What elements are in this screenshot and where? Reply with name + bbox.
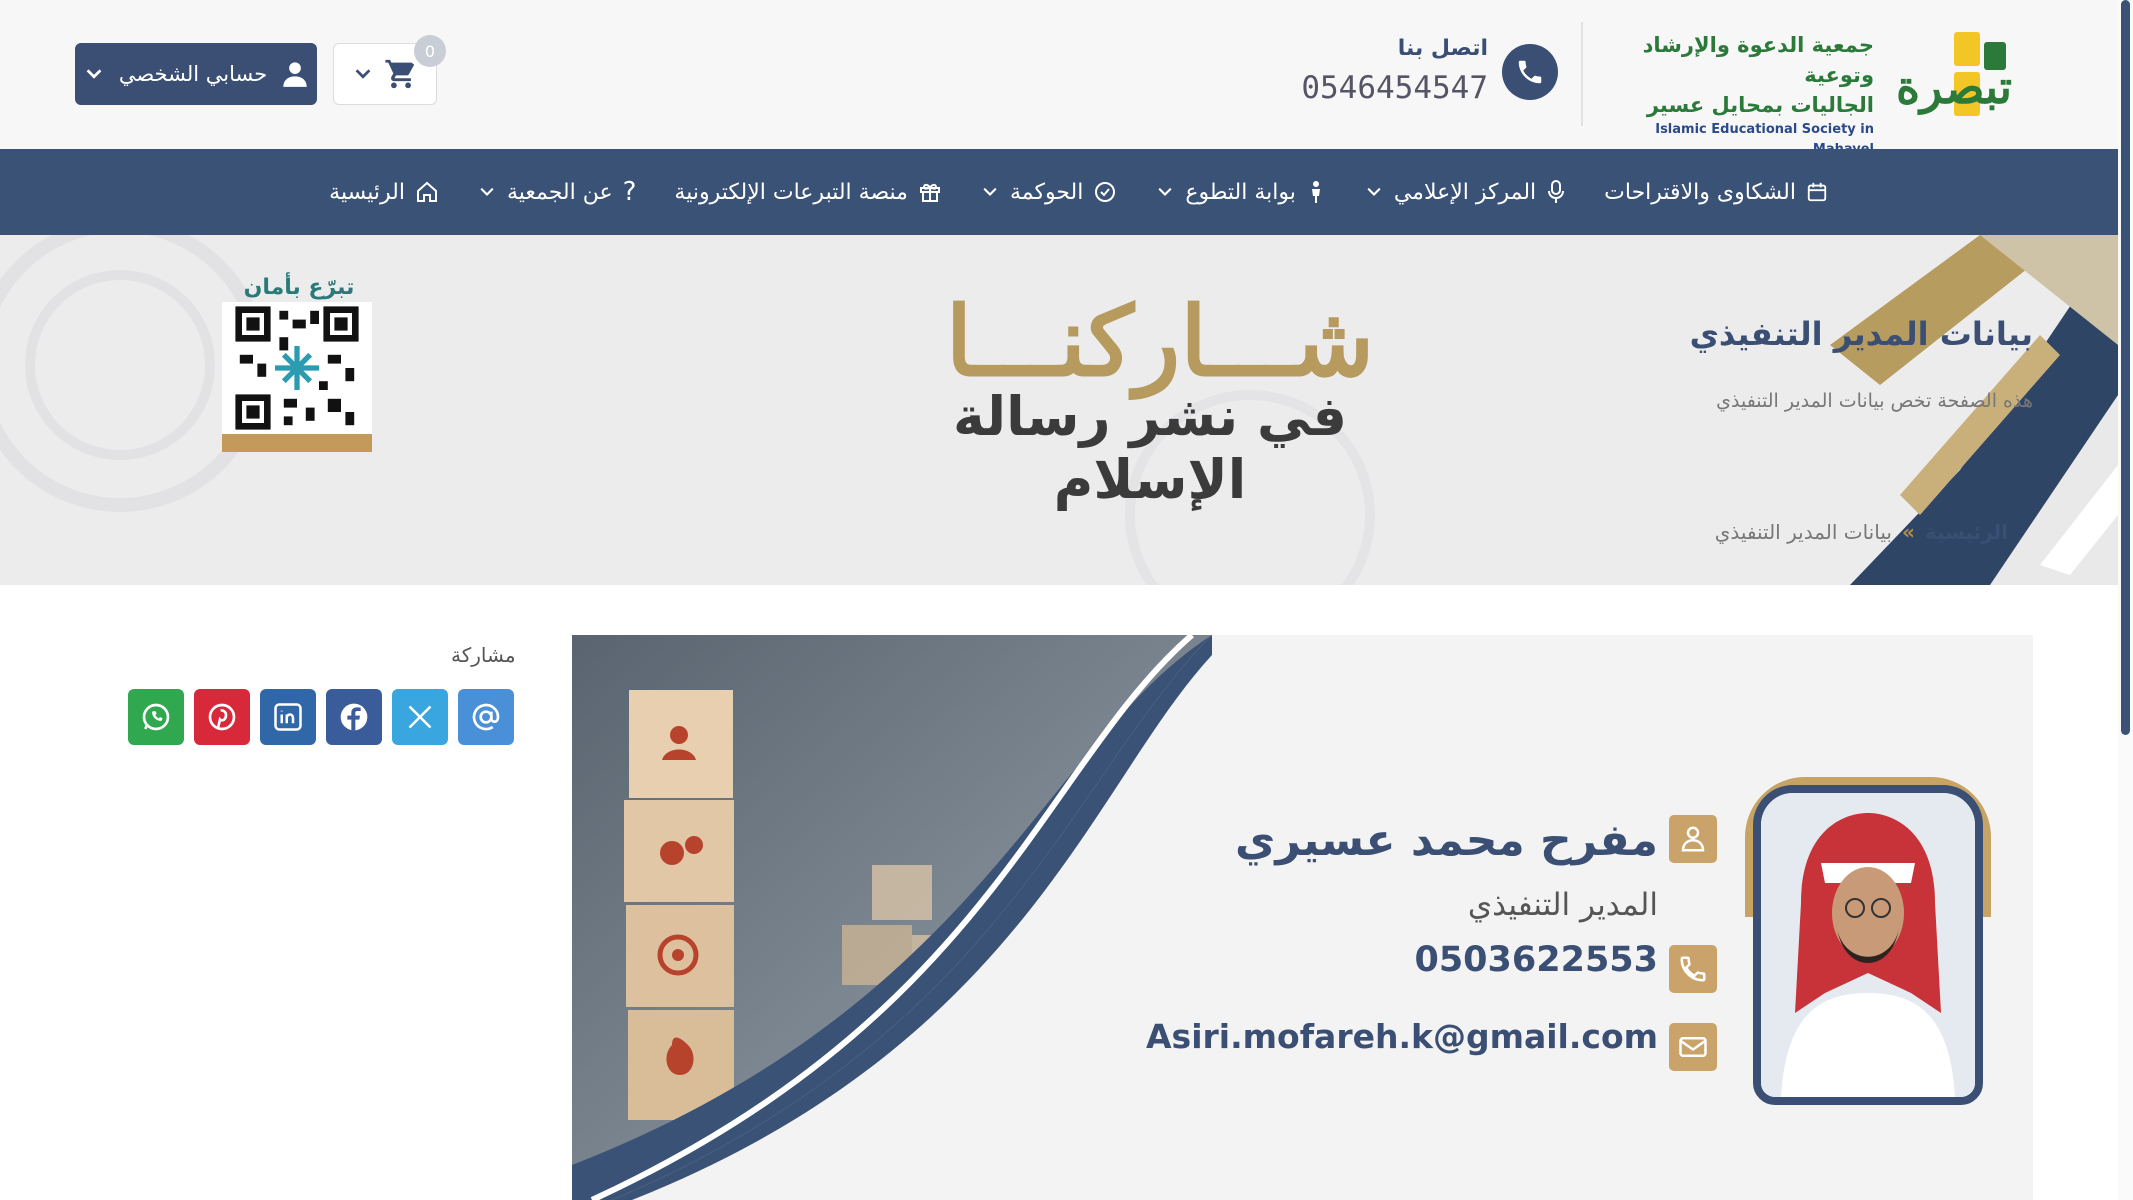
scrollbar[interactable] [2118,0,2133,1200]
qr-code-icon [222,302,372,452]
nav-item-volunteer[interactable]: بوابة التطوع [1155,180,1326,205]
content-area: مشاركة مفرح محمد عسيري المدير التنفيذي 0… [0,585,2118,1200]
nav-label: بوابة التطوع [1185,179,1296,205]
chevron-down-icon [86,69,102,79]
donate-qr[interactable]: تبرّع بأمان [222,275,376,465]
whatsapp-icon [142,703,170,731]
logo-name: تبصرة [1895,60,2012,114]
breadcrumb-current: بيانات المدير التنفيذي [1714,520,1892,544]
logo-line-1: جمعية الدعوة والإرشاد وتوعية [1642,33,1874,87]
qr-label: تبرّع بأمان [243,275,355,300]
nav-item-media[interactable]: المركز الإعلامي [1364,180,1566,205]
nav-item-governance[interactable]: الحوكمة [980,180,1117,205]
share-x-button[interactable] [392,689,448,745]
share-whatsapp-button[interactable] [128,689,184,745]
chevron-down-icon [1367,187,1381,196]
question-icon: ? [622,177,637,207]
linkedin-icon [274,703,302,731]
director-phone[interactable]: 0503622553 [1414,940,1658,980]
nav-label: الحوكمة [1009,179,1084,205]
calendar-icon [1807,182,1827,202]
gift-icon [919,183,940,202]
nav-label: الشكاوى والاقتراحات [1604,179,1796,205]
logo-line-2: الجاليات بمحايل عسير [1646,93,1874,117]
slogan-sub: في نشر رسالة الإسلام [953,385,1347,511]
check-circle-icon [1095,182,1116,202]
logo-text: جمعية الدعوة والإرشاد وتوعية الجاليات بم… [1610,30,1874,160]
scrollbar-thumb[interactable] [2121,0,2130,735]
cart-icon [385,59,415,89]
avatar [1761,793,1975,1097]
phone-badge-icon [1669,945,1717,993]
nav-item-complaints[interactable]: الشكاوى والاقتراحات [1604,180,1828,205]
user-icon [283,62,307,87]
share-facebook-button[interactable] [326,689,382,745]
director-role: المدير التنفيذي [1467,887,1658,923]
nav-list: الرئيسية ? عن الجمعية منصة التبرعات الإل… [329,149,1828,235]
account-label: حسابي الشخصي [118,62,268,86]
card-illustration [572,635,1212,1200]
header-divider [1581,22,1583,126]
breadcrumb: الرئيسية » بيانات المدير التنفيذي [1715,520,2008,544]
site-logo[interactable]: تبصرة جمعية الدعوة والإرشاد وتوعية الجال… [1610,30,2020,157]
facebook-icon [340,703,368,731]
chevron-down-icon [1158,187,1172,196]
home-icon [416,181,437,202]
chevron-down-icon [983,187,997,196]
nav-label: الرئيسية [329,179,405,205]
chevron-down-icon [480,187,494,196]
x-icon [408,705,432,729]
nav-item-donations[interactable]: منصة التبرعات الإلكترونية [674,180,942,205]
director-photo [1753,785,1983,1105]
director-name: مفرح محمد عسيري [1235,815,1658,866]
cart-count-badge: 0 [414,35,446,67]
share-buttons [128,689,514,745]
share-linkedin-button[interactable] [260,689,316,745]
share-label: مشاركة [451,643,516,667]
nav-label: عن الجمعية [506,179,613,205]
top-header: تبصرة جمعية الدعوة والإرشاد وتوعية الجال… [0,0,2118,157]
contact-label: اتصل بنا [1397,36,1488,61]
nav-label: المركز الإعلامي [1393,179,1537,205]
slogan-main: شـــاركنـــا [945,285,1375,398]
person-icon [1311,181,1320,203]
person-badge-icon [1669,815,1717,863]
breadcrumb-home[interactable]: الرئيسية [1925,520,2008,544]
email-badge-icon [1669,1023,1717,1071]
director-email[interactable]: Asiri.mofareh.k@gmail.com [1146,1017,1658,1056]
contact-block[interactable]: اتصل بنا 0546454547 [1268,36,1558,116]
nav-item-home[interactable]: الرئيسية [329,180,439,205]
nav-label: منصة التبرعات الإلكترونية [674,179,908,205]
share-email-button[interactable] [458,689,514,745]
page-subtitle: هذه الصفحة تخص بيانات المدير التنفيذي [1716,390,2033,412]
pinterest-icon [208,703,236,731]
chevron-down-icon [355,69,371,79]
nav-item-about[interactable]: ? عن الجمعية [477,177,636,207]
at-icon [472,703,500,731]
microphone-icon [1548,180,1565,203]
phone-icon [1502,44,1558,100]
breadcrumb-separator: » [1901,520,1915,544]
main-nav: الرئيسية ? عن الجمعية منصة التبرعات الإل… [0,149,2118,235]
contact-number[interactable]: 0546454547 [1301,70,1488,106]
director-card: مفرح محمد عسيري المدير التنفيذي 05036225… [572,635,2033,1200]
page-title: بيانات المدير التنفيذي [1689,315,2033,353]
account-button[interactable]: حسابي الشخصي [75,43,317,105]
page-banner: بيانات المدير التنفيذي هذه الصفحة تخص بي… [0,235,2118,585]
share-pinterest-button[interactable] [194,689,250,745]
